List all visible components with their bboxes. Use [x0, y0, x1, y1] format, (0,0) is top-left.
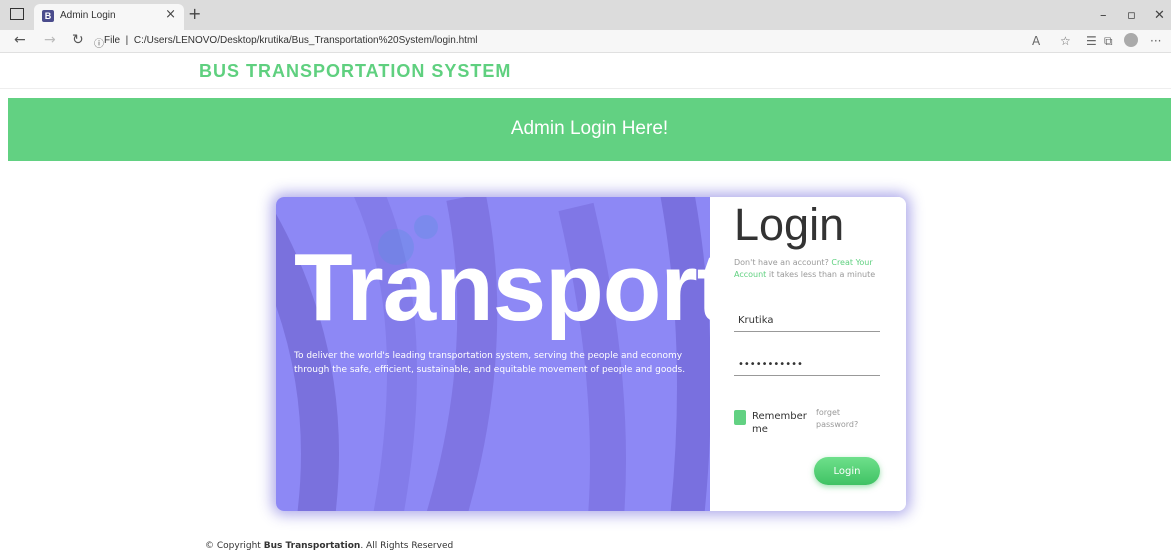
address-bar: ← → ↻ ⓘ File | C:/Users/LENOVO/Desktop/k…: [0, 30, 1171, 53]
brand-title[interactable]: BUS TRANSPORTATION SYSTEM: [199, 61, 511, 82]
info-icon[interactable]: ⓘ: [94, 35, 104, 50]
hero-image: Transport To deliver the world's leading…: [276, 197, 710, 511]
profile-icon[interactable]: [1124, 33, 1138, 47]
favicon-icon: B: [42, 10, 54, 22]
tab-title: Admin Login: [60, 10, 116, 21]
tab-close-icon[interactable]: ×: [165, 7, 176, 22]
login-panel: Login Don't have an account? Creat Your …: [710, 197, 906, 511]
more-icon[interactable]: ···: [1150, 34, 1161, 48]
banner-title: Admin Login Here!: [510, 118, 669, 139]
refresh-icon[interactable]: ↻: [72, 32, 84, 48]
banner: Admin Login Here!: [8, 98, 1171, 161]
username-field[interactable]: [734, 310, 880, 332]
minimize-icon[interactable]: –: [1100, 8, 1107, 23]
forgot-password-link[interactable]: forget password?: [816, 407, 876, 431]
header-divider: [0, 88, 1171, 89]
hero-tagline: To deliver the world's leading transport…: [294, 351, 686, 375]
read-aloud-icon[interactable]: A: [1032, 34, 1040, 48]
favorites-icon[interactable]: ☰: [1086, 34, 1097, 48]
close-window-icon[interactable]: ✕: [1154, 8, 1165, 23]
new-tab-icon[interactable]: +: [188, 4, 201, 23]
forward-icon[interactable]: →: [44, 32, 56, 48]
url-text[interactable]: File | C:/Users/LENOVO/Desktop/krutika/B…: [104, 35, 478, 46]
browser-tab-bar: B Admin Login × + – ▫ ✕: [0, 0, 1171, 30]
footer: © Copyright Bus Transportation. All Righ…: [205, 541, 454, 551]
signup-text: Don't have an account? Creat Your Accoun…: [734, 258, 876, 279]
login-button[interactable]: Login: [814, 457, 880, 485]
restore-icon[interactable]: ▫: [1127, 8, 1136, 23]
collections-icon[interactable]: ⧉: [1104, 34, 1113, 49]
browser-tab[interactable]: B Admin Login ×: [34, 4, 184, 30]
back-icon[interactable]: ←: [14, 32, 26, 48]
remember-checkbox[interactable]: [734, 410, 746, 425]
login-card: Transport To deliver the world's leading…: [276, 197, 906, 511]
hero-word: Transport: [294, 234, 710, 341]
login-heading: Login: [734, 199, 845, 250]
sidebar-icon[interactable]: [10, 8, 24, 20]
password-field[interactable]: [734, 354, 880, 376]
remember-label[interactable]: Remember me: [752, 410, 807, 436]
favorite-add-icon[interactable]: ☆: [1060, 34, 1071, 48]
